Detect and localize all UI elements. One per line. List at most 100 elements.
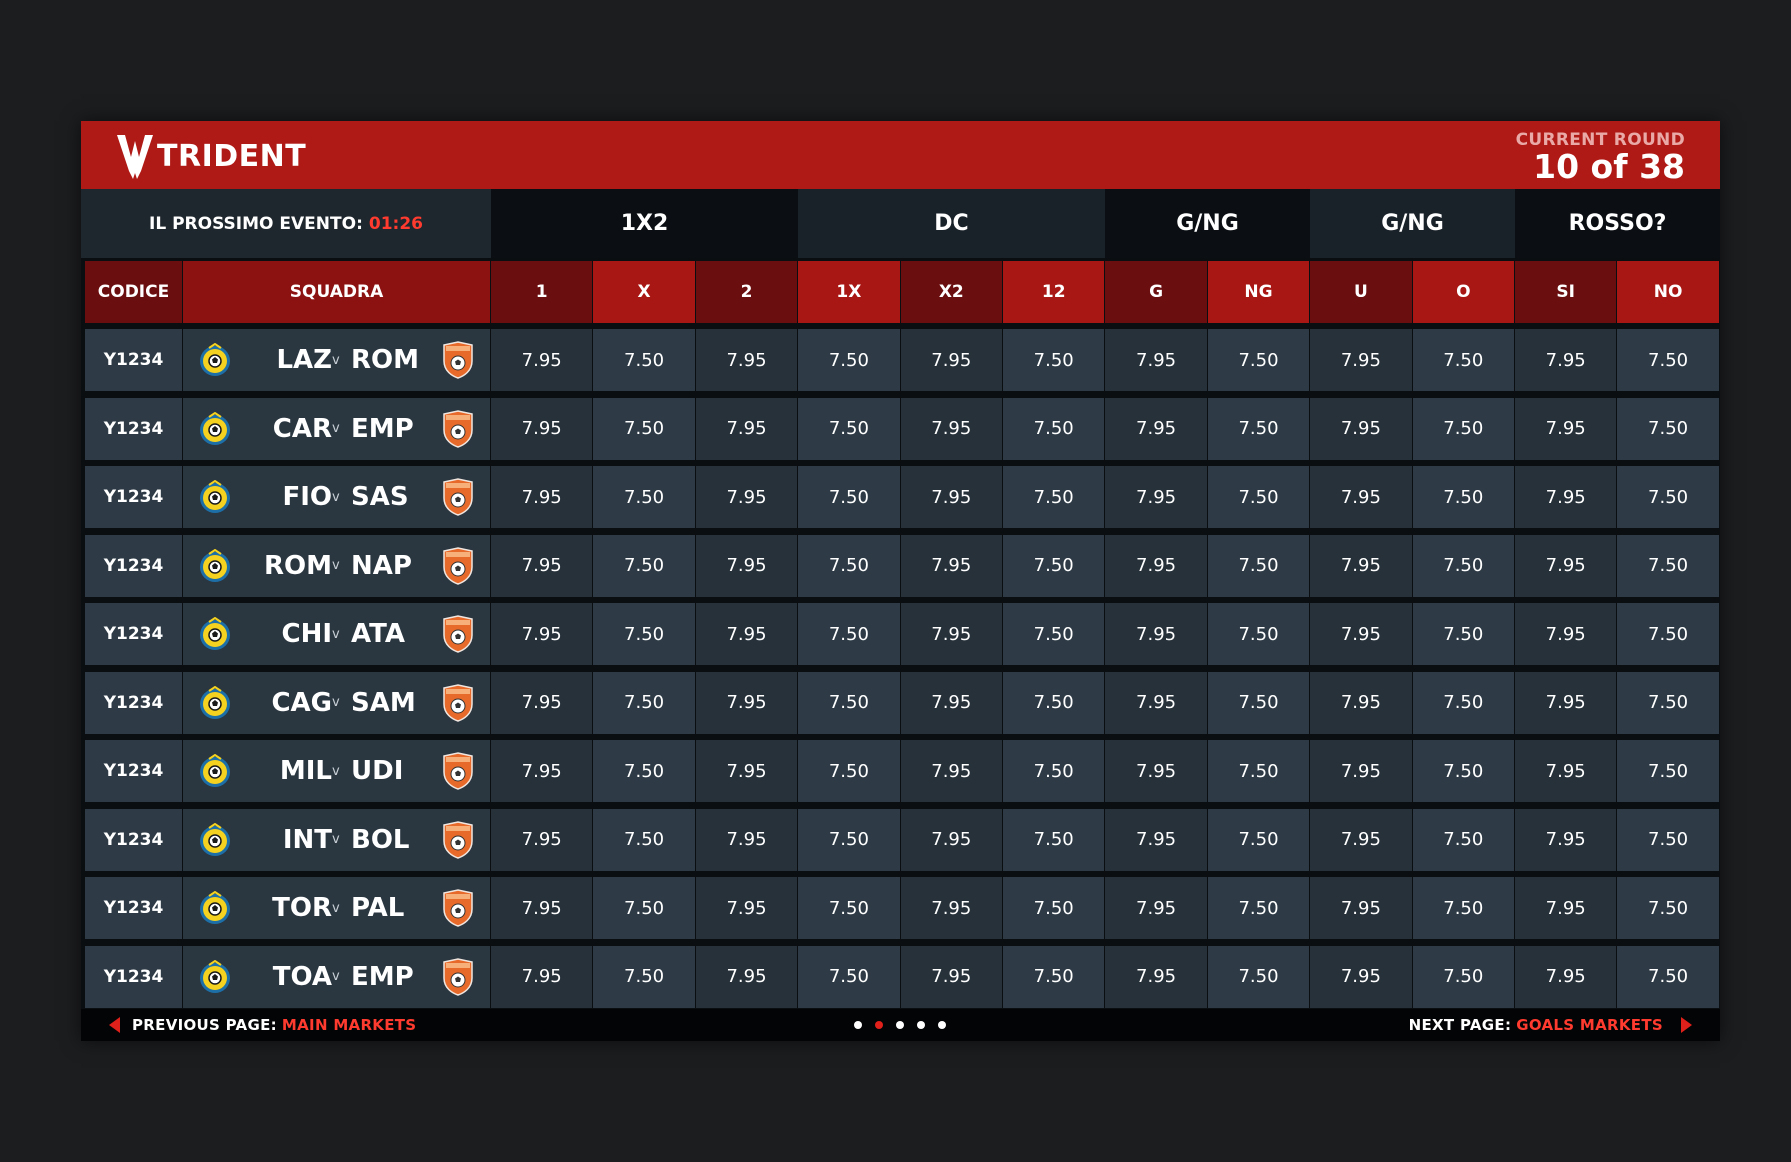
odds-cell-ng[interactable]: 7.50 [1207, 671, 1310, 734]
next-page-link[interactable]: NEXT PAGE: GOALS MARKETS [1409, 1009, 1692, 1041]
odds-cell-u[interactable]: 7.95 [1310, 877, 1412, 939]
odds-cell-x2[interactable]: 7.95 [900, 466, 1002, 528]
odds-cell-ng[interactable]: 7.50 [1207, 534, 1310, 597]
odds-cell-12[interactable]: 7.50 [1003, 671, 1105, 734]
odds-cell-1x[interactable]: 7.50 [798, 877, 900, 939]
odds-cell-x2[interactable]: 7.95 [900, 740, 1002, 802]
odds-cell-g[interactable]: 7.95 [1105, 466, 1207, 528]
odds-cell-u[interactable]: 7.95 [1310, 329, 1412, 391]
odds-cell-2[interactable]: 7.95 [695, 808, 798, 871]
previous-page-link[interactable]: PREVIOUS PAGE: MAIN MARKETS [109, 1009, 416, 1041]
odds-cell-ng[interactable]: 7.50 [1207, 397, 1310, 460]
odds-cell-2[interactable]: 7.95 [695, 397, 798, 460]
odds-cell-x2[interactable]: 7.95 [900, 397, 1002, 460]
odds-cell-g[interactable]: 7.95 [1105, 740, 1207, 802]
odds-cell-g[interactable]: 7.95 [1105, 671, 1207, 734]
odds-cell-u[interactable]: 7.95 [1310, 603, 1412, 665]
odds-cell-o[interactable]: 7.50 [1412, 740, 1514, 802]
odds-cell-1[interactable]: 7.95 [491, 603, 593, 665]
odds-cell-2[interactable]: 7.95 [695, 603, 798, 665]
odds-cell-x2[interactable]: 7.95 [900, 329, 1002, 391]
odds-cell-x[interactable]: 7.50 [593, 808, 695, 871]
odds-cell-x[interactable]: 7.50 [593, 534, 695, 597]
odds-cell-1x[interactable]: 7.50 [798, 740, 900, 802]
odds-cell-x2[interactable]: 7.95 [900, 945, 1002, 1008]
odds-cell-1[interactable]: 7.95 [491, 671, 593, 734]
odds-cell-1x[interactable]: 7.50 [798, 466, 900, 528]
odds-cell-x[interactable]: 7.50 [593, 671, 695, 734]
odds-cell-12[interactable]: 7.50 [1003, 808, 1105, 871]
odds-cell-g[interactable]: 7.95 [1105, 945, 1207, 1008]
odds-cell-x2[interactable]: 7.95 [900, 877, 1002, 939]
odds-cell-1x[interactable]: 7.50 [798, 808, 900, 871]
odds-cell-x[interactable]: 7.50 [593, 740, 695, 802]
odds-cell-si[interactable]: 7.95 [1515, 808, 1617, 871]
odds-cell-ng[interactable]: 7.50 [1207, 329, 1310, 391]
odds-cell-2[interactable]: 7.95 [695, 534, 798, 597]
odds-cell-2[interactable]: 7.95 [695, 466, 798, 528]
odds-cell-2[interactable]: 7.95 [695, 671, 798, 734]
odds-cell-x2[interactable]: 7.95 [900, 534, 1002, 597]
odds-cell-2[interactable]: 7.95 [695, 877, 798, 939]
odds-cell-u[interactable]: 7.95 [1310, 397, 1412, 460]
odds-cell-x[interactable]: 7.50 [593, 466, 695, 528]
odds-cell-1[interactable]: 7.95 [491, 945, 593, 1008]
odds-cell-x[interactable]: 7.50 [593, 603, 695, 665]
odds-cell-1[interactable]: 7.95 [491, 534, 593, 597]
odds-cell-si[interactable]: 7.95 [1515, 397, 1617, 460]
odds-cell-o[interactable]: 7.50 [1412, 534, 1514, 597]
odds-cell-u[interactable]: 7.95 [1310, 671, 1412, 734]
odds-cell-o[interactable]: 7.50 [1412, 397, 1514, 460]
odds-cell-u[interactable]: 7.95 [1310, 466, 1412, 528]
odds-cell-12[interactable]: 7.50 [1003, 603, 1105, 665]
odds-cell-g[interactable]: 7.95 [1105, 534, 1207, 597]
odds-cell-no[interactable]: 7.50 [1617, 329, 1719, 391]
odds-cell-g[interactable]: 7.95 [1105, 329, 1207, 391]
odds-cell-o[interactable]: 7.50 [1412, 603, 1514, 665]
odds-cell-1[interactable]: 7.95 [491, 808, 593, 871]
page-dot[interactable] [854, 1021, 862, 1029]
odds-cell-g[interactable]: 7.95 [1105, 603, 1207, 665]
odds-cell-u[interactable]: 7.95 [1310, 740, 1412, 802]
odds-cell-o[interactable]: 7.50 [1412, 671, 1514, 734]
odds-cell-ng[interactable]: 7.50 [1207, 945, 1310, 1008]
odds-cell-12[interactable]: 7.50 [1003, 740, 1105, 802]
odds-cell-12[interactable]: 7.50 [1003, 534, 1105, 597]
odds-cell-ng[interactable]: 7.50 [1207, 877, 1310, 939]
odds-cell-ng[interactable]: 7.50 [1207, 808, 1310, 871]
odds-cell-1x[interactable]: 7.50 [798, 397, 900, 460]
odds-cell-2[interactable]: 7.95 [695, 740, 798, 802]
odds-cell-2[interactable]: 7.95 [695, 945, 798, 1008]
odds-cell-si[interactable]: 7.95 [1515, 945, 1617, 1008]
odds-cell-si[interactable]: 7.95 [1515, 603, 1617, 665]
odds-cell-x[interactable]: 7.50 [593, 397, 695, 460]
odds-cell-o[interactable]: 7.50 [1412, 808, 1514, 871]
odds-cell-12[interactable]: 7.50 [1003, 397, 1105, 460]
odds-cell-no[interactable]: 7.50 [1617, 603, 1719, 665]
odds-cell-12[interactable]: 7.50 [1003, 466, 1105, 528]
odds-cell-no[interactable]: 7.50 [1617, 808, 1719, 871]
odds-cell-1x[interactable]: 7.50 [798, 534, 900, 597]
odds-cell-12[interactable]: 7.50 [1003, 329, 1105, 391]
odds-cell-si[interactable]: 7.95 [1515, 877, 1617, 939]
odds-cell-u[interactable]: 7.95 [1310, 945, 1412, 1008]
odds-cell-g[interactable]: 7.95 [1105, 877, 1207, 939]
odds-cell-x[interactable]: 7.50 [593, 945, 695, 1008]
odds-cell-x2[interactable]: 7.95 [900, 808, 1002, 871]
odds-cell-u[interactable]: 7.95 [1310, 534, 1412, 597]
odds-cell-1x[interactable]: 7.50 [798, 603, 900, 665]
odds-cell-12[interactable]: 7.50 [1003, 945, 1105, 1008]
odds-cell-no[interactable]: 7.50 [1617, 671, 1719, 734]
odds-cell-x2[interactable]: 7.95 [900, 671, 1002, 734]
odds-cell-o[interactable]: 7.50 [1412, 466, 1514, 528]
odds-cell-si[interactable]: 7.95 [1515, 740, 1617, 802]
odds-cell-si[interactable]: 7.95 [1515, 329, 1617, 391]
odds-cell-1x[interactable]: 7.50 [798, 329, 900, 391]
odds-cell-si[interactable]: 7.95 [1515, 534, 1617, 597]
odds-cell-x[interactable]: 7.50 [593, 877, 695, 939]
odds-cell-1[interactable]: 7.95 [491, 877, 593, 939]
page-dot[interactable] [875, 1021, 883, 1029]
odds-cell-1[interactable]: 7.95 [491, 740, 593, 802]
odds-cell-ng[interactable]: 7.50 [1207, 603, 1310, 665]
odds-cell-1[interactable]: 7.95 [491, 397, 593, 460]
